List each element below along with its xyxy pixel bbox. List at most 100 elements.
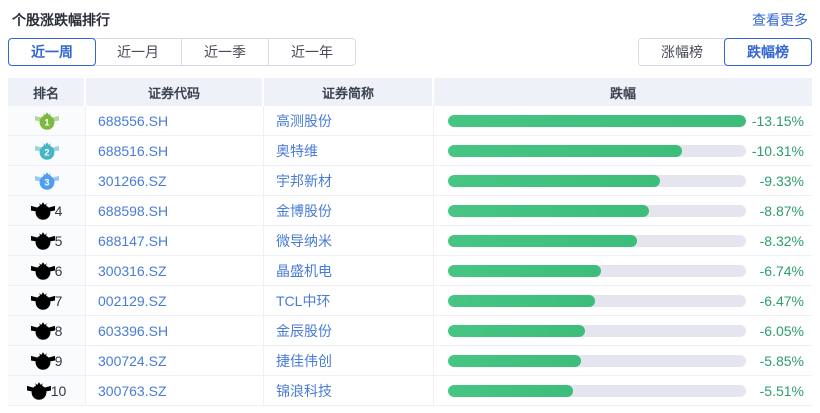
code-cell: 688147.SH: [86, 226, 264, 255]
stock-code-link[interactable]: 300724.SZ: [98, 353, 167, 369]
decline-cell: -6.47%: [434, 286, 812, 315]
rank-number: 10: [51, 383, 67, 399]
decline-bar-fill: [448, 235, 637, 247]
decline-cell: -6.74%: [434, 256, 812, 285]
mode-tabs: 涨幅榜跌幅榜: [638, 38, 812, 66]
stock-name-link[interactable]: 晶盛机电: [276, 261, 332, 281]
decline-percent: -8.87%: [746, 203, 812, 219]
table-row[interactable]: 8 603396.SH 金辰股份 -6.05%: [8, 316, 812, 346]
stock-code-link[interactable]: 300763.SZ: [98, 383, 167, 399]
decline-cell: -5.85%: [434, 346, 812, 375]
rank-cell: 6: [8, 256, 86, 285]
decline-bar-fill: [448, 265, 601, 277]
rank-medal-icon: [31, 260, 55, 281]
name-cell: 宇邦新材: [264, 166, 434, 195]
col-header-name: 证券简称: [264, 78, 434, 106]
decline-bar-track: [448, 295, 746, 307]
rank-medal-icon: 2: [35, 140, 59, 161]
decline-cell: -8.87%: [434, 196, 812, 225]
stock-code-link[interactable]: 002129.SZ: [98, 293, 167, 309]
rank-medal-icon: 3: [35, 170, 59, 191]
stock-name-link[interactable]: 锦浪科技: [276, 381, 332, 401]
code-cell: 688598.SH: [86, 196, 264, 225]
stock-name-link[interactable]: 金辰股份: [276, 321, 332, 341]
rank-number: 6: [55, 263, 63, 279]
stock-code-link[interactable]: 301266.SZ: [98, 173, 167, 189]
decline-cell: -13.15%: [434, 106, 812, 135]
decline-cell: -8.32%: [434, 226, 812, 255]
view-more-link[interactable]: 查看更多: [752, 10, 808, 30]
stock-name-link[interactable]: 金博股份: [276, 201, 332, 221]
stock-name-link[interactable]: 高测股份: [276, 111, 332, 131]
decline-bar-track: [448, 385, 746, 397]
code-cell: 002129.SZ: [86, 286, 264, 315]
mode-tab-0[interactable]: 涨幅榜: [639, 39, 725, 65]
decline-bar-track: [448, 235, 746, 247]
period-tab-1[interactable]: 近一月: [95, 39, 181, 65]
rank-number: 9: [55, 353, 63, 369]
code-cell: 300316.SZ: [86, 256, 264, 285]
decline-bar-fill: [448, 205, 649, 217]
name-cell: 晶盛机电: [264, 256, 434, 285]
period-tab-3[interactable]: 近一年: [268, 39, 355, 65]
stock-code-link[interactable]: 688147.SH: [98, 233, 168, 249]
table-row[interactable]: 9 300724.SZ 捷佳伟创 -5.85%: [8, 346, 812, 376]
table-row[interactable]: 4 688598.SH 金博股份 -8.87%: [8, 196, 812, 226]
decline-bar-track: [448, 355, 746, 367]
table-header: 排名 证券代码 证券简称 跌幅: [8, 78, 812, 106]
stock-ranking-widget: 个股涨跌幅排行 查看更多 近一周近一月近一季近一年 涨幅榜跌幅榜 排名 证券代码…: [0, 0, 820, 406]
rank-medal-icon: [27, 380, 51, 401]
stock-code-link[interactable]: 688516.SH: [98, 143, 168, 159]
decline-bar-fill: [448, 295, 595, 307]
stock-code-link[interactable]: 603396.SH: [98, 323, 168, 339]
filter-bar: 近一周近一月近一季近一年 涨幅榜跌幅榜: [8, 38, 812, 66]
rank-cell: 5: [8, 226, 86, 255]
code-cell: 688556.SH: [86, 106, 264, 135]
name-cell: 金辰股份: [264, 316, 434, 345]
code-cell: 301266.SZ: [86, 166, 264, 195]
decline-bar-track: [448, 145, 746, 157]
decline-percent: -10.31%: [746, 143, 812, 159]
decline-bar-track: [448, 205, 746, 217]
rank-medal-icon: [31, 200, 55, 221]
period-tab-2[interactable]: 近一季: [181, 39, 268, 65]
stock-code-link[interactable]: 688556.SH: [98, 113, 168, 129]
stock-name-link[interactable]: 宇邦新材: [276, 171, 332, 191]
table-row[interactable]: 10 300763.SZ 锦浪科技 -5.51%: [8, 376, 812, 406]
code-cell: 688516.SH: [86, 136, 264, 165]
mode-tab-1[interactable]: 跌幅榜: [724, 38, 812, 66]
stock-name-link[interactable]: 捷佳伟创: [276, 351, 332, 371]
table-row[interactable]: 6 300316.SZ 晶盛机电 -6.74%: [8, 256, 812, 286]
rank-medal-icon: [31, 290, 55, 311]
period-tab-0[interactable]: 近一周: [8, 38, 96, 66]
stock-code-link[interactable]: 688598.SH: [98, 203, 168, 219]
rank-number: 8: [55, 323, 63, 339]
stock-name-link[interactable]: TCL中环: [276, 291, 330, 311]
svg-text:3: 3: [44, 178, 49, 188]
stock-name-link[interactable]: 奥特维: [276, 141, 318, 161]
svg-text:1: 1: [44, 118, 49, 128]
col-header-rank: 排名: [8, 78, 86, 106]
table-row[interactable]: 2 688516.SH 奥特维 -10.31%: [8, 136, 812, 166]
table-row[interactable]: 1 688556.SH 高测股份 -13.15%: [8, 106, 812, 136]
decline-bar-fill: [448, 145, 682, 157]
decline-bar-fill: [448, 385, 573, 397]
stock-code-link[interactable]: 300316.SZ: [98, 263, 167, 279]
code-cell: 603396.SH: [86, 316, 264, 345]
rank-cell: 3: [8, 166, 86, 195]
name-cell: 奥特维: [264, 136, 434, 165]
name-cell: 高测股份: [264, 106, 434, 135]
col-header-decline: 跌幅: [434, 78, 812, 106]
page-title: 个股涨跌幅排行: [12, 10, 110, 30]
table-row[interactable]: 7 002129.SZ TCL中环 -6.47%: [8, 286, 812, 316]
rank-cell: 1: [8, 106, 86, 135]
rank-number: 4: [55, 203, 63, 219]
stock-name-link[interactable]: 微导纳米: [276, 231, 332, 251]
decline-bar-fill: [448, 355, 581, 367]
decline-percent: -6.74%: [746, 263, 812, 279]
table-row[interactable]: 5 688147.SH 微导纳米 -8.32%: [8, 226, 812, 256]
rank-cell: 8: [8, 316, 86, 345]
table-row[interactable]: 3 301266.SZ 宇邦新材 -9.33%: [8, 166, 812, 196]
name-cell: 微导纳米: [264, 226, 434, 255]
decline-percent: -6.05%: [746, 323, 812, 339]
